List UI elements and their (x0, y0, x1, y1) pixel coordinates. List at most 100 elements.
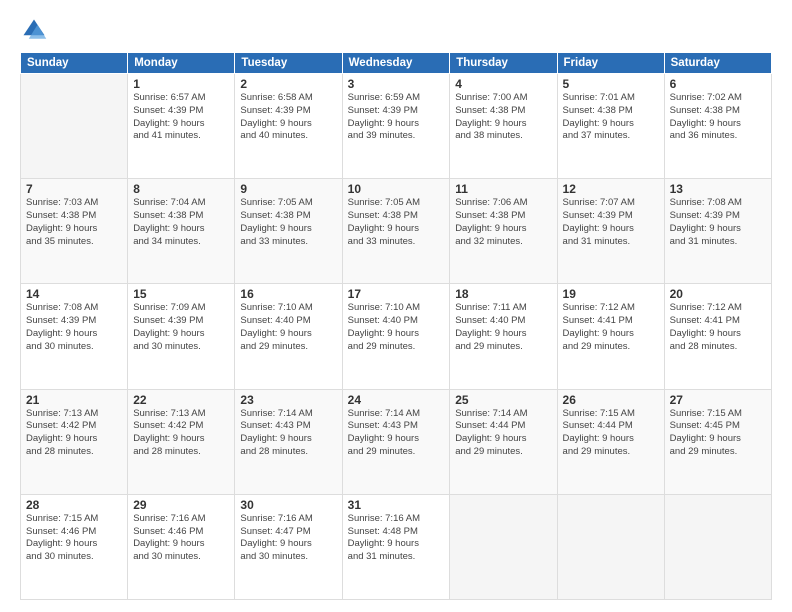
day-cell: 21Sunrise: 7:13 AM Sunset: 4:42 PM Dayli… (21, 389, 128, 494)
day-number: 27 (670, 393, 766, 407)
day-cell: 22Sunrise: 7:13 AM Sunset: 4:42 PM Dayli… (128, 389, 235, 494)
day-number: 9 (240, 182, 336, 196)
day-info: Sunrise: 7:13 AM Sunset: 4:42 PM Dayligh… (26, 408, 122, 459)
day-number: 26 (563, 393, 659, 407)
day-cell (21, 74, 128, 179)
day-cell: 26Sunrise: 7:15 AM Sunset: 4:44 PM Dayli… (557, 389, 664, 494)
day-number: 8 (133, 182, 229, 196)
logo-icon (20, 16, 48, 44)
day-cell: 3Sunrise: 6:59 AM Sunset: 4:39 PM Daylig… (342, 74, 450, 179)
day-cell: 11Sunrise: 7:06 AM Sunset: 4:38 PM Dayli… (450, 179, 557, 284)
week-row-3: 14Sunrise: 7:08 AM Sunset: 4:39 PM Dayli… (21, 284, 772, 389)
day-number: 23 (240, 393, 336, 407)
day-info: Sunrise: 7:07 AM Sunset: 4:39 PM Dayligh… (563, 197, 659, 248)
day-number: 20 (670, 287, 766, 301)
day-info: Sunrise: 7:15 AM Sunset: 4:46 PM Dayligh… (26, 513, 122, 564)
day-cell: 7Sunrise: 7:03 AM Sunset: 4:38 PM Daylig… (21, 179, 128, 284)
day-info: Sunrise: 7:11 AM Sunset: 4:40 PM Dayligh… (455, 302, 551, 353)
day-number: 22 (133, 393, 229, 407)
day-number: 10 (348, 182, 445, 196)
day-number: 5 (563, 77, 659, 91)
day-number: 6 (670, 77, 766, 91)
day-cell: 20Sunrise: 7:12 AM Sunset: 4:41 PM Dayli… (664, 284, 771, 389)
day-info: Sunrise: 7:10 AM Sunset: 4:40 PM Dayligh… (348, 302, 445, 353)
day-cell: 29Sunrise: 7:16 AM Sunset: 4:46 PM Dayli… (128, 494, 235, 599)
day-number: 16 (240, 287, 336, 301)
day-info: Sunrise: 7:16 AM Sunset: 4:47 PM Dayligh… (240, 513, 336, 564)
day-cell: 6Sunrise: 7:02 AM Sunset: 4:38 PM Daylig… (664, 74, 771, 179)
day-cell: 30Sunrise: 7:16 AM Sunset: 4:47 PM Dayli… (235, 494, 342, 599)
calendar-table: SundayMondayTuesdayWednesdayThursdayFrid… (20, 52, 772, 600)
day-number: 21 (26, 393, 122, 407)
day-info: Sunrise: 7:05 AM Sunset: 4:38 PM Dayligh… (348, 197, 445, 248)
weekday-header-saturday: Saturday (664, 53, 771, 74)
week-row-1: 1Sunrise: 6:57 AM Sunset: 4:39 PM Daylig… (21, 74, 772, 179)
day-info: Sunrise: 7:08 AM Sunset: 4:39 PM Dayligh… (26, 302, 122, 353)
day-info: Sunrise: 7:14 AM Sunset: 4:44 PM Dayligh… (455, 408, 551, 459)
day-info: Sunrise: 7:01 AM Sunset: 4:38 PM Dayligh… (563, 92, 659, 143)
weekday-header-friday: Friday (557, 53, 664, 74)
day-info: Sunrise: 7:04 AM Sunset: 4:38 PM Dayligh… (133, 197, 229, 248)
day-cell: 18Sunrise: 7:11 AM Sunset: 4:40 PM Dayli… (450, 284, 557, 389)
day-number: 17 (348, 287, 445, 301)
day-cell: 17Sunrise: 7:10 AM Sunset: 4:40 PM Dayli… (342, 284, 450, 389)
day-info: Sunrise: 7:12 AM Sunset: 4:41 PM Dayligh… (670, 302, 766, 353)
day-info: Sunrise: 7:05 AM Sunset: 4:38 PM Dayligh… (240, 197, 336, 248)
day-cell: 31Sunrise: 7:16 AM Sunset: 4:48 PM Dayli… (342, 494, 450, 599)
page: SundayMondayTuesdayWednesdayThursdayFrid… (0, 0, 792, 612)
day-number: 24 (348, 393, 445, 407)
day-info: Sunrise: 6:59 AM Sunset: 4:39 PM Dayligh… (348, 92, 445, 143)
day-cell: 25Sunrise: 7:14 AM Sunset: 4:44 PM Dayli… (450, 389, 557, 494)
weekday-header-tuesday: Tuesday (235, 53, 342, 74)
day-info: Sunrise: 7:15 AM Sunset: 4:44 PM Dayligh… (563, 408, 659, 459)
day-cell: 14Sunrise: 7:08 AM Sunset: 4:39 PM Dayli… (21, 284, 128, 389)
day-cell: 2Sunrise: 6:58 AM Sunset: 4:39 PM Daylig… (235, 74, 342, 179)
day-cell (664, 494, 771, 599)
day-cell: 19Sunrise: 7:12 AM Sunset: 4:41 PM Dayli… (557, 284, 664, 389)
day-number: 1 (133, 77, 229, 91)
day-info: Sunrise: 7:12 AM Sunset: 4:41 PM Dayligh… (563, 302, 659, 353)
day-cell: 27Sunrise: 7:15 AM Sunset: 4:45 PM Dayli… (664, 389, 771, 494)
day-number: 7 (26, 182, 122, 196)
day-info: Sunrise: 7:03 AM Sunset: 4:38 PM Dayligh… (26, 197, 122, 248)
day-number: 18 (455, 287, 551, 301)
day-info: Sunrise: 7:14 AM Sunset: 4:43 PM Dayligh… (240, 408, 336, 459)
day-info: Sunrise: 7:06 AM Sunset: 4:38 PM Dayligh… (455, 197, 551, 248)
day-number: 15 (133, 287, 229, 301)
day-number: 11 (455, 182, 551, 196)
weekday-header-row: SundayMondayTuesdayWednesdayThursdayFrid… (21, 53, 772, 74)
day-cell: 8Sunrise: 7:04 AM Sunset: 4:38 PM Daylig… (128, 179, 235, 284)
day-cell: 23Sunrise: 7:14 AM Sunset: 4:43 PM Dayli… (235, 389, 342, 494)
day-cell: 1Sunrise: 6:57 AM Sunset: 4:39 PM Daylig… (128, 74, 235, 179)
day-cell: 24Sunrise: 7:14 AM Sunset: 4:43 PM Dayli… (342, 389, 450, 494)
day-cell: 9Sunrise: 7:05 AM Sunset: 4:38 PM Daylig… (235, 179, 342, 284)
day-info: Sunrise: 7:08 AM Sunset: 4:39 PM Dayligh… (670, 197, 766, 248)
day-number: 30 (240, 498, 336, 512)
day-cell: 12Sunrise: 7:07 AM Sunset: 4:39 PM Dayli… (557, 179, 664, 284)
day-number: 4 (455, 77, 551, 91)
day-number: 14 (26, 287, 122, 301)
day-cell: 28Sunrise: 7:15 AM Sunset: 4:46 PM Dayli… (21, 494, 128, 599)
day-info: Sunrise: 7:00 AM Sunset: 4:38 PM Dayligh… (455, 92, 551, 143)
day-info: Sunrise: 7:14 AM Sunset: 4:43 PM Dayligh… (348, 408, 445, 459)
day-number: 31 (348, 498, 445, 512)
day-cell: 13Sunrise: 7:08 AM Sunset: 4:39 PM Dayli… (664, 179, 771, 284)
day-number: 29 (133, 498, 229, 512)
day-number: 25 (455, 393, 551, 407)
header (20, 16, 772, 44)
day-info: Sunrise: 7:16 AM Sunset: 4:48 PM Dayligh… (348, 513, 445, 564)
week-row-5: 28Sunrise: 7:15 AM Sunset: 4:46 PM Dayli… (21, 494, 772, 599)
weekday-header-wednesday: Wednesday (342, 53, 450, 74)
day-number: 12 (563, 182, 659, 196)
weekday-header-thursday: Thursday (450, 53, 557, 74)
day-info: Sunrise: 6:58 AM Sunset: 4:39 PM Dayligh… (240, 92, 336, 143)
day-number: 3 (348, 77, 445, 91)
day-info: Sunrise: 6:57 AM Sunset: 4:39 PM Dayligh… (133, 92, 229, 143)
day-cell: 10Sunrise: 7:05 AM Sunset: 4:38 PM Dayli… (342, 179, 450, 284)
day-cell: 16Sunrise: 7:10 AM Sunset: 4:40 PM Dayli… (235, 284, 342, 389)
day-number: 19 (563, 287, 659, 301)
day-number: 2 (240, 77, 336, 91)
day-info: Sunrise: 7:13 AM Sunset: 4:42 PM Dayligh… (133, 408, 229, 459)
week-row-4: 21Sunrise: 7:13 AM Sunset: 4:42 PM Dayli… (21, 389, 772, 494)
weekday-header-monday: Monday (128, 53, 235, 74)
